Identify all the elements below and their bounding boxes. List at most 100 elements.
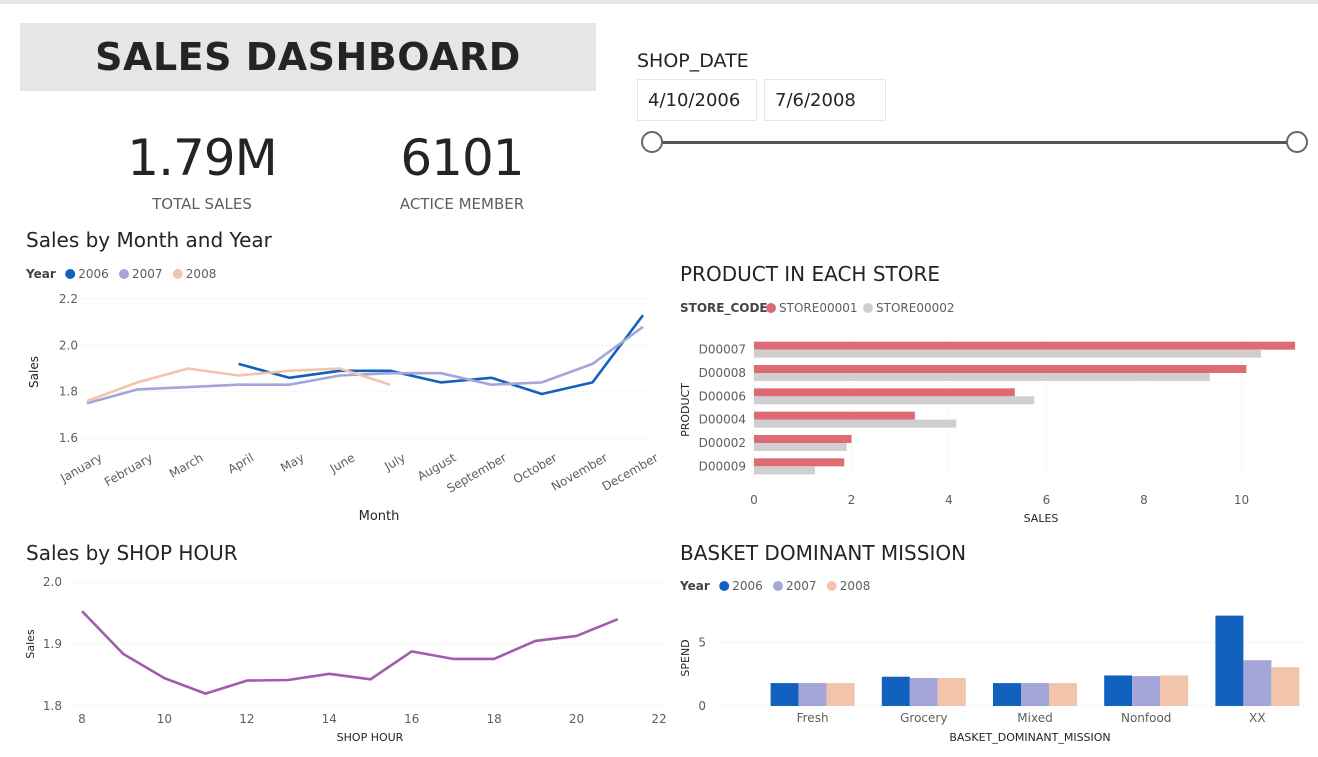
basket-legend-label-0: 2006 [732, 579, 763, 593]
month-legend-marker-1 [119, 269, 129, 279]
hour-xtick-6: 20 [569, 712, 584, 726]
sales-by-hour-chart[interactable]: 1.8 1.9 2.0 8 10 12 14 16 18 20 22 SHOP HOUR Sales [20, 570, 670, 748]
hour-series-line-0 [81, 610, 619, 695]
basket-xtick-0: Fresh [797, 711, 829, 725]
basket-xtick-4: XX [1249, 711, 1265, 725]
kpi-total-sales-label: TOTAL SALES [152, 195, 252, 213]
store-chart-title: PRODUCT IN EACH STORE [680, 262, 941, 286]
store-xtick-2: 4 [945, 493, 953, 507]
kpi-active-member[interactable]: 6101 ACTICE MEMBER [364, 133, 560, 213]
basket-bar-2008-Nonfood [1160, 675, 1189, 706]
month-legend-marker-2 [172, 269, 183, 279]
product-in-store-chart[interactable]: STORE_CODE STORE00001 STORE00002 0 2 4 6 8 10 D00… [674, 292, 1314, 528]
store-bar-STORE00002-D00007 [754, 349, 1261, 358]
store-legend-label-0: STORE00001 [779, 301, 858, 315]
store-xtick-3: 6 [1043, 493, 1051, 507]
slicer-title: SHOP_DATE [637, 50, 749, 72]
month-legend-label-0: 2006 [78, 267, 109, 281]
slicer-start-handle[interactable] [641, 131, 663, 153]
basket-legend-marker-2 [826, 581, 837, 591]
store-ytick-1: D00008 [699, 366, 746, 380]
store-bar-STORE00002-D00009 [754, 466, 815, 475]
basket-yaxis-label: SPEND [679, 639, 692, 676]
basket-bar-2006-Grocery [881, 676, 910, 706]
month-ytick-3: 2.2 [59, 292, 78, 306]
store-bar-STORE00001-D00006 [754, 388, 1015, 397]
month-xtick-10: November [549, 450, 610, 493]
basket-ytick-1: 5 [698, 635, 706, 649]
dashboard-title: SALES DASHBOARD [95, 35, 521, 79]
slicer-end-date[interactable]: 7/6/2008 [764, 79, 886, 121]
basket-bar-2007-Nonfood [1132, 676, 1161, 706]
basket-legend-marker-1 [773, 581, 783, 591]
basket-xaxis-label: BASKET_DOMINANT_MISSION [949, 731, 1110, 744]
basket-bar-2008-XX [1271, 667, 1300, 706]
month-ytick-2: 2.0 [59, 338, 78, 352]
slicer-slider-track[interactable] [652, 141, 1297, 144]
hour-xaxis-label: SHOP HOUR [337, 731, 404, 744]
slicer-start-date[interactable]: 4/10/2006 [637, 79, 757, 121]
month-legend-label-1: 2007 [132, 267, 163, 281]
hour-xtick-1: 10 [157, 712, 172, 726]
store-bar-STORE00001-D00009 [754, 458, 845, 467]
store-bar-STORE00002-D00002 [754, 443, 847, 451]
store-ytick-5: D00009 [699, 459, 746, 473]
store-ytick-2: D00006 [699, 389, 746, 403]
basket-bar-2008-Fresh [826, 683, 855, 706]
sales-by-month-chart[interactable]: Year 2006 2007 2008 1.6 1.8 2.0 2.2 JanuaryFebru… [20, 258, 660, 530]
month-xtick-3: April [225, 450, 256, 476]
slicer-end-handle[interactable] [1286, 131, 1308, 153]
hour-ytick-0: 1.8 [43, 699, 62, 713]
store-bar-STORE00001-D00004 [754, 411, 915, 420]
month-chart-title: Sales by Month and Year [26, 228, 272, 252]
kpi-active-member-label: ACTICE MEMBER [399, 195, 525, 213]
month-legend-title: Year [25, 267, 56, 281]
month-legend-marker-0 [65, 269, 76, 279]
basket-bar-2007-XX [1243, 660, 1272, 706]
hour-xtick-2: 12 [239, 712, 254, 726]
month-xtick-11: December [600, 450, 660, 493]
basket-bar-2008-Mixed [1049, 683, 1077, 706]
kpi-active-member-value: 6101 [400, 129, 524, 187]
store-xtick-5: 10 [1234, 493, 1249, 507]
store-bar-STORE00001-D00008 [754, 365, 1247, 373]
store-ytick-0: D00007 [699, 343, 746, 357]
store-bar-STORE00001-D00002 [754, 435, 852, 443]
month-xaxis-label: Month [359, 509, 400, 524]
store-legend-marker-0 [766, 303, 776, 313]
basket-bar-2006-XX [1215, 615, 1244, 706]
store-bar-STORE00002-D00008 [754, 373, 1210, 381]
hour-yaxis-label: Sales [24, 629, 37, 659]
month-xtick-6: July [381, 450, 408, 473]
basket-bar-2007-Grocery [909, 678, 938, 706]
store-bar-STORE00002-D00004 [754, 419, 957, 428]
basket-bar-2006-Mixed [993, 683, 1021, 706]
basket-legend-title: Year [679, 579, 710, 593]
basket-chart-title: BASKET DOMINANT MISSION [680, 541, 967, 565]
store-xaxis-label: SALES [1024, 512, 1059, 525]
month-xtick-5: June [327, 450, 358, 476]
dashboard-title-box: SALES DASHBOARD [20, 23, 596, 91]
basket-bar-2007-Fresh [798, 683, 827, 706]
store-ytick-4: D00002 [699, 436, 746, 450]
basket-legend-label-1: 2007 [786, 579, 817, 593]
month-xtick-1: February [102, 450, 155, 489]
store-legend-title: STORE_CODE [680, 301, 768, 316]
kpi-total-sales[interactable]: 1.79M TOTAL SALES [104, 133, 300, 213]
store-xtick-4: 8 [1140, 493, 1148, 507]
kpi-total-sales-value: 1.79M [127, 129, 277, 187]
top-divider [0, 0, 1318, 4]
basket-bar-2006-Fresh [770, 683, 799, 706]
store-xtick-0: 0 [750, 493, 758, 507]
store-ytick-3: D00004 [699, 413, 746, 427]
basket-mission-chart[interactable]: Year 2006 2007 2008 0 5 Fresh Grocery Mixed Nonfo… [674, 570, 1314, 748]
hour-xtick-5: 18 [487, 712, 502, 726]
basket-xtick-2: Mixed [1017, 711, 1052, 725]
hour-chart-title: Sales by SHOP HOUR [26, 541, 238, 565]
basket-xtick-3: Nonfood [1121, 711, 1171, 725]
store-bar-STORE00002-D00006 [754, 396, 1035, 405]
hour-ytick-2: 2.0 [43, 575, 62, 589]
basket-bar-2008-Grocery [937, 678, 966, 706]
month-xtick-2: March [167, 450, 206, 480]
hour-xtick-7: 22 [651, 712, 666, 726]
